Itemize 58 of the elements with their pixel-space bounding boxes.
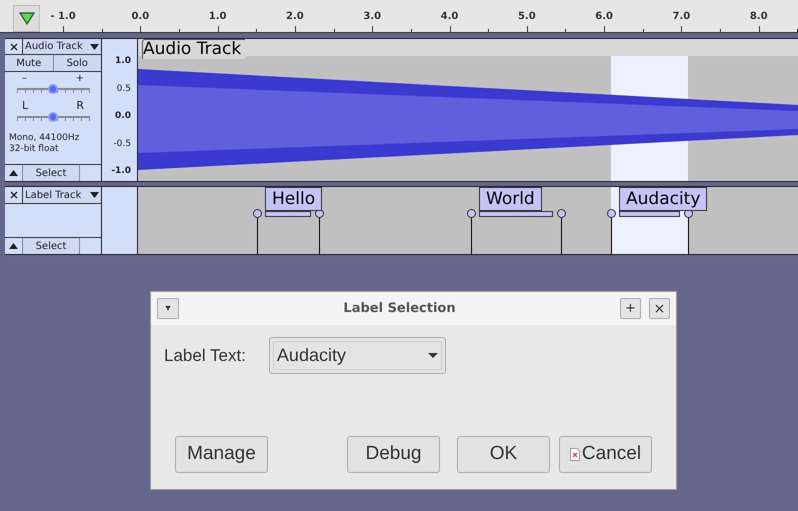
handle-icon[interactable] [557, 209, 566, 218]
ruler-label: 3.0 [363, 10, 382, 24]
caret-icon [90, 192, 99, 198]
label-dropdown[interactable]: Audacity [268, 337, 446, 374]
scale-label: 1.0 [115, 55, 131, 68]
minus-label: – [22, 74, 27, 84]
window-title: Label Selection [342, 300, 457, 318]
track-info: 32-bit float [9, 144, 60, 155]
ruler-label: 4.0 [440, 10, 458, 24]
select-button[interactable]: Select [23, 238, 80, 254]
scale-label: 0.0 [115, 110, 131, 123]
document-icon [570, 448, 580, 461]
ruler-label: 0.0 [131, 10, 150, 24]
scale-label: 0.5 [116, 82, 131, 96]
select-button[interactable]: Select [23, 165, 80, 181]
caret-icon [428, 353, 438, 358]
slider-thumb[interactable] [48, 84, 58, 94]
dialog-button[interactable]: Debug [347, 436, 440, 473]
track-info: Mono, 44100Hz [9, 133, 80, 144]
ruler-label: 6.0 [595, 10, 613, 24]
label-bar [619, 211, 680, 217]
slider-thumb[interactable] [48, 112, 58, 122]
play-head-button[interactable] [13, 5, 40, 32]
dialog-button[interactable]: OK [457, 436, 550, 473]
window-menu-button[interactable]: ▾ [157, 298, 179, 319]
field-label: Label Text: [164, 344, 246, 367]
scale-label: -0.5 [113, 138, 131, 150]
label-bar [265, 211, 311, 217]
dialog-button[interactable]: Cancel [559, 436, 652, 473]
close-icon [10, 191, 18, 199]
label-text[interactable]: Hello [265, 187, 322, 211]
scale-label: -1.0 [111, 165, 131, 178]
maximize-button[interactable]: + [620, 298, 641, 319]
caret-icon [90, 44, 99, 50]
handle-icon[interactable] [253, 209, 262, 218]
track-menu-button[interactable]: Label Track [23, 187, 101, 203]
ruler-label: 7.0 [672, 10, 690, 24]
right-label: R [76, 100, 84, 112]
triangle-up-icon [9, 170, 18, 176]
left-label: L [22, 100, 28, 112]
triangle-icon [18, 12, 34, 25]
ruler-label: 2.0 [286, 10, 304, 24]
ruler-label: 8.0 [750, 10, 768, 24]
handle-icon[interactable] [607, 209, 616, 218]
ruler-label: 5.0 [518, 10, 536, 24]
ruler-label: - 1.0 [50, 10, 76, 24]
triangle-up-icon [9, 243, 18, 249]
plus-label: + [76, 74, 84, 84]
dialog-button[interactable]: Manage [175, 436, 268, 473]
mute-button[interactable]: Mute [5, 55, 54, 71]
close-button[interactable]: × [649, 298, 670, 319]
label-text[interactable]: World [479, 187, 542, 211]
ruler-label: 1.0 [208, 10, 226, 24]
close-icon [10, 42, 18, 50]
label-text[interactable]: Audacity [619, 187, 708, 211]
solo-button[interactable]: Solo [54, 55, 101, 71]
handle-icon[interactable] [467, 209, 476, 218]
track-menu-button[interactable]: Audio Track [23, 39, 101, 54]
